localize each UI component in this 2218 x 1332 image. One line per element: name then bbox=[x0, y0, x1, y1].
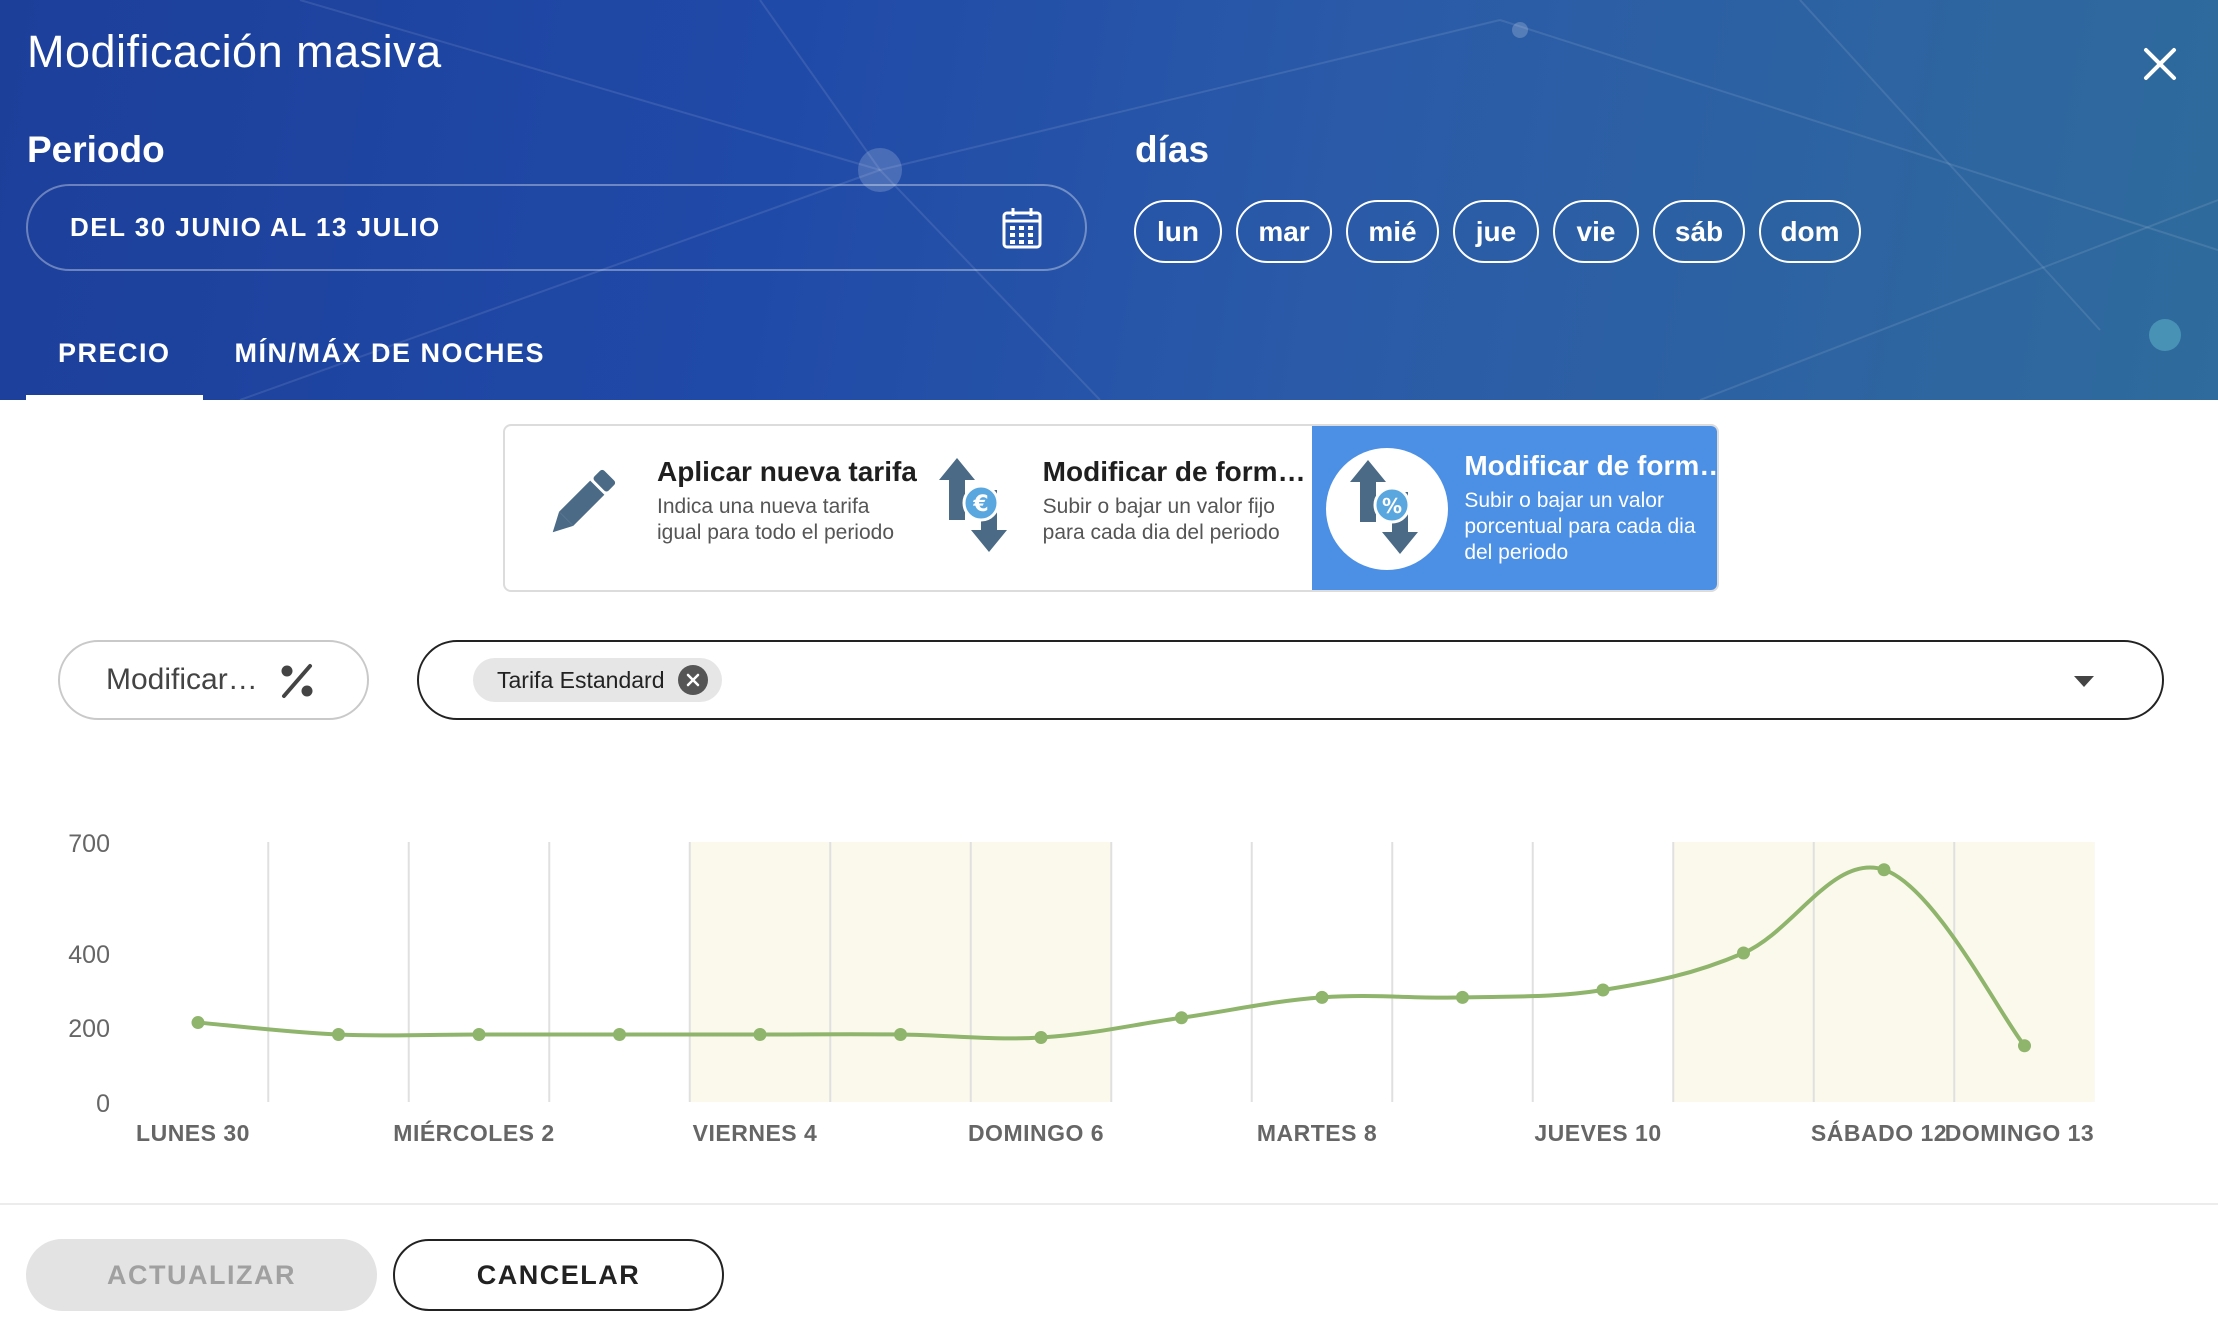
weekday-selector: lun mar mié jue vie sáb dom bbox=[1134, 200, 1861, 263]
data-point bbox=[1596, 983, 1610, 997]
x-tick-label: DOMINGO 13 bbox=[1945, 1120, 2094, 1146]
tab-bar: PRECIO MÍN/MÁX DE NOCHES bbox=[26, 316, 577, 400]
svg-text:€: € bbox=[972, 492, 988, 517]
day-toggle-lun[interactable]: lun bbox=[1134, 200, 1222, 263]
day-toggle-jue[interactable]: jue bbox=[1453, 200, 1539, 263]
data-point bbox=[1737, 946, 1750, 960]
close-icon bbox=[687, 673, 700, 687]
mode-description: Indica una nueva tarifa igual para todo … bbox=[657, 495, 895, 544]
arrows-euro-icon: € bbox=[938, 458, 1007, 552]
rate-chip-label: Tarifa Estandard bbox=[497, 666, 665, 693]
dialog-header: Modificación masiva Periodo días DEL 30 … bbox=[0, 0, 2218, 400]
period-label: Periodo bbox=[27, 129, 165, 170]
x-tick-label: DOMINGO 6 bbox=[968, 1120, 1104, 1146]
x-tick-label: MARTES 8 bbox=[1257, 1120, 1377, 1146]
data-point bbox=[1034, 1031, 1048, 1044]
day-toggle-mie[interactable]: mié bbox=[1346, 200, 1439, 263]
mode-fixed-value[interactable]: € Modificar de form… Subir o bajar un va… bbox=[911, 426, 1313, 590]
y-tick-label: 0 bbox=[96, 1090, 110, 1118]
days-label: días bbox=[1135, 129, 1210, 170]
cancel-button[interactable]: CANCELAR bbox=[393, 1239, 724, 1311]
day-toggle-dom[interactable]: dom bbox=[1759, 200, 1861, 263]
period-value: DEL 30 JUNIO AL 13 JULIO bbox=[70, 212, 441, 242]
tab-precio[interactable]: PRECIO bbox=[26, 316, 203, 400]
close-button[interactable] bbox=[2132, 36, 2188, 92]
x-tick-label: VIERNES 4 bbox=[693, 1120, 818, 1146]
footer-divider bbox=[0, 1203, 2218, 1205]
data-point bbox=[1315, 990, 1329, 1004]
data-point bbox=[1456, 990, 1469, 1004]
day-toggle-vie[interactable]: vie bbox=[1553, 200, 1639, 263]
data-point bbox=[472, 1028, 486, 1041]
x-tick-label: LUNES 30 bbox=[136, 1120, 250, 1146]
y-tick-label: 200 bbox=[68, 1015, 110, 1043]
weekend-band bbox=[689, 842, 1112, 1102]
rate-chip: Tarifa Estandard bbox=[473, 658, 723, 702]
data-point bbox=[2018, 1039, 2031, 1053]
data-point bbox=[894, 1028, 907, 1041]
percent-icon bbox=[281, 664, 313, 698]
mode-title: Aplicar nueva tarifa bbox=[657, 456, 917, 487]
weekend-band bbox=[1673, 842, 2095, 1102]
price-line-chart: 0 200 400 700 LUNES 30 MIÉRCOLES 2 VIERNES 4 DO… bbox=[68, 830, 2095, 1146]
x-tick-label: MIÉRCOLES 2 bbox=[393, 1119, 554, 1146]
y-tick-label: 700 bbox=[68, 830, 110, 858]
data-point bbox=[613, 1028, 626, 1041]
x-tick-label: JUEVES 10 bbox=[1534, 1120, 1661, 1146]
data-point bbox=[1175, 1011, 1188, 1025]
data-point bbox=[753, 1028, 767, 1041]
modify-type-select[interactable]: Modificar… bbox=[58, 640, 369, 720]
arrows-percent-icon: % bbox=[1350, 460, 1419, 554]
mode-description: Subir o bajar un valor fijo para cada di… bbox=[1042, 495, 1280, 544]
data-point bbox=[332, 1028, 345, 1041]
modify-type-value: Modificar… bbox=[106, 663, 258, 696]
mode-description: Subir o bajar un valor porcentual para c… bbox=[1464, 489, 1696, 564]
svg-text:%: % bbox=[1382, 494, 1402, 518]
data-point bbox=[1877, 863, 1891, 877]
price-mode-selector: Aplicar nueva tarifa Indica una nueva ta… bbox=[503, 424, 1719, 592]
mode-percentage-value[interactable]: % Modificar de form… Subir o bajar un va… bbox=[1312, 426, 1717, 590]
y-tick-label: 400 bbox=[68, 941, 110, 969]
close-icon bbox=[2144, 48, 2176, 80]
tab-min-max-noches[interactable]: MÍN/MÁX DE NOCHES bbox=[203, 316, 578, 400]
mode-title: Modificar de form… bbox=[1464, 450, 1719, 481]
mode-apply-new-rate[interactable]: Aplicar nueva tarifa Indica una nueva ta… bbox=[505, 426, 917, 590]
day-toggle-sab[interactable]: sáb bbox=[1653, 200, 1745, 263]
data-point bbox=[191, 1016, 205, 1030]
pencil-icon bbox=[552, 469, 616, 533]
chip-remove-button[interactable] bbox=[678, 665, 709, 695]
update-button[interactable]: ACTUALIZAR bbox=[26, 1239, 377, 1311]
period-date-range-input[interactable]: DEL 30 JUNIO AL 13 JULIO bbox=[26, 184, 1087, 271]
rate-multiselect[interactable]: Tarifa Estandard bbox=[417, 640, 2164, 720]
x-tick-label: SÁBADO 12 bbox=[1811, 1119, 1947, 1146]
calendar-icon[interactable] bbox=[1001, 206, 1043, 250]
chevron-down-icon[interactable] bbox=[2074, 676, 2094, 687]
day-toggle-mar[interactable]: mar bbox=[1236, 200, 1332, 263]
dialog-title: Modificación masiva bbox=[27, 26, 442, 77]
mode-title: Modificar de form… bbox=[1042, 456, 1306, 487]
